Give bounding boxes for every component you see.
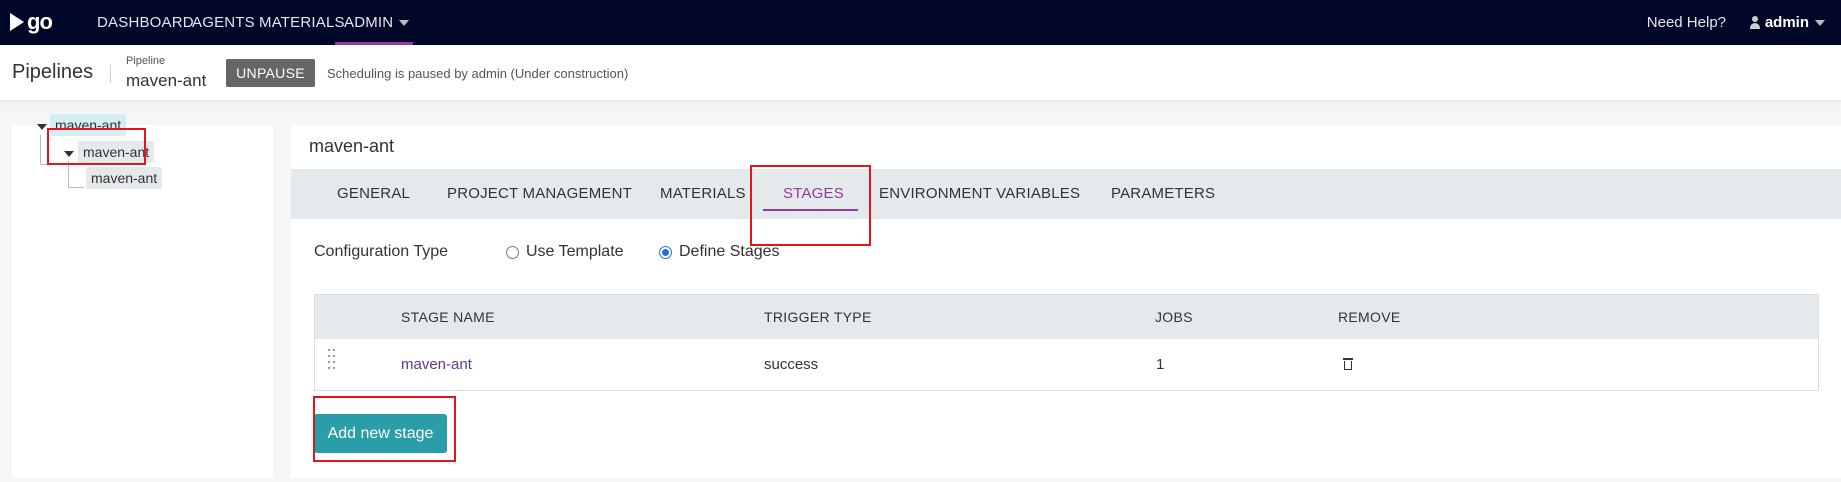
define-stages-radio[interactable] [659,246,672,259]
nav-agents[interactable]: AGENTS [192,0,255,45]
col-remove: REMOVE [1338,309,1401,325]
top-nav: go DASHBOARD AGENTS MATERIALS ADMIN Need… [0,0,1841,45]
stage-name-link[interactable]: maven-ant [401,339,472,391]
tree-connector [40,135,41,165]
nav-materials[interactable]: MATERIALS [259,0,345,45]
tab-environment-variables[interactable]: ENVIRONMENT VARIABLES [879,169,1080,219]
nav-admin[interactable]: ADMIN [335,0,413,45]
jobs-cell: 1 [1156,356,1165,373]
trash-icon[interactable] [1343,358,1353,370]
logo-text: go [27,9,53,34]
chevron-down-icon [1815,19,1825,26]
nav-dashboard[interactable]: DASHBOARD [97,0,194,45]
pipeline-caption: Pipeline [126,55,166,67]
chevron-down-icon [399,20,410,27]
tab-project-management[interactable]: PROJECT MANAGEMENT [447,169,632,219]
trigger-type-cell: success [764,356,819,373]
divider [110,65,111,83]
play-icon [10,13,24,31]
pipeline-tree: maven-ant maven-ant maven-ant [12,114,273,478]
tab-parameters[interactable]: PARAMETERS [1111,169,1215,219]
pipeline-title: maven-ant [309,136,395,156]
configuration-type-label: Configuration Type [314,243,449,260]
highlight-box [47,128,146,165]
page-title: Pipelines [12,61,94,83]
page-header: Pipelines Pipeline maven-ant UNPAUSE Sch… [0,45,1841,101]
pipeline-name: maven-ant [126,71,207,90]
use-template-label[interactable]: Use Template [526,243,624,261]
tree-connector [68,187,84,188]
tab-materials[interactable]: MATERIALS [660,169,746,219]
need-help-link[interactable]: Need Help? [1647,0,1726,45]
unpause-button[interactable]: UNPAUSE [226,59,315,87]
table-header: STAGE NAME TRIGGER TYPE JOBS REMOVE [315,295,1818,339]
tab-general[interactable]: GENERAL [337,169,410,219]
highlight-box [750,165,871,246]
go-logo[interactable]: go [10,9,60,34]
use-template-radio[interactable] [506,246,519,259]
user-menu[interactable]: admin [1749,0,1825,45]
col-jobs: JOBS [1155,309,1193,325]
nav-admin-label: ADMIN [344,14,394,31]
user-name: admin [1764,14,1809,31]
col-trigger-type: TRIGGER TYPE [764,309,872,325]
schedule-status: Scheduling is paused by admin (Under con… [327,66,629,81]
col-stage-name: STAGE NAME [401,309,495,325]
drag-handle-icon[interactable] [328,349,336,369]
user-icon [1749,16,1760,29]
caret-down-icon[interactable] [37,124,47,130]
highlight-box [313,396,456,462]
tree-connector [68,161,69,188]
stages-table: STAGE NAME TRIGGER TYPE JOBS REMOVE mave… [314,294,1819,391]
main-panel: maven-ant GENERAL PROJECT MANAGEMENT MAT… [291,125,1841,478]
tab-bar: GENERAL PROJECT MANAGEMENT MATERIALS STA… [291,169,1841,219]
tree-node-job[interactable]: maven-ant [86,167,163,189]
